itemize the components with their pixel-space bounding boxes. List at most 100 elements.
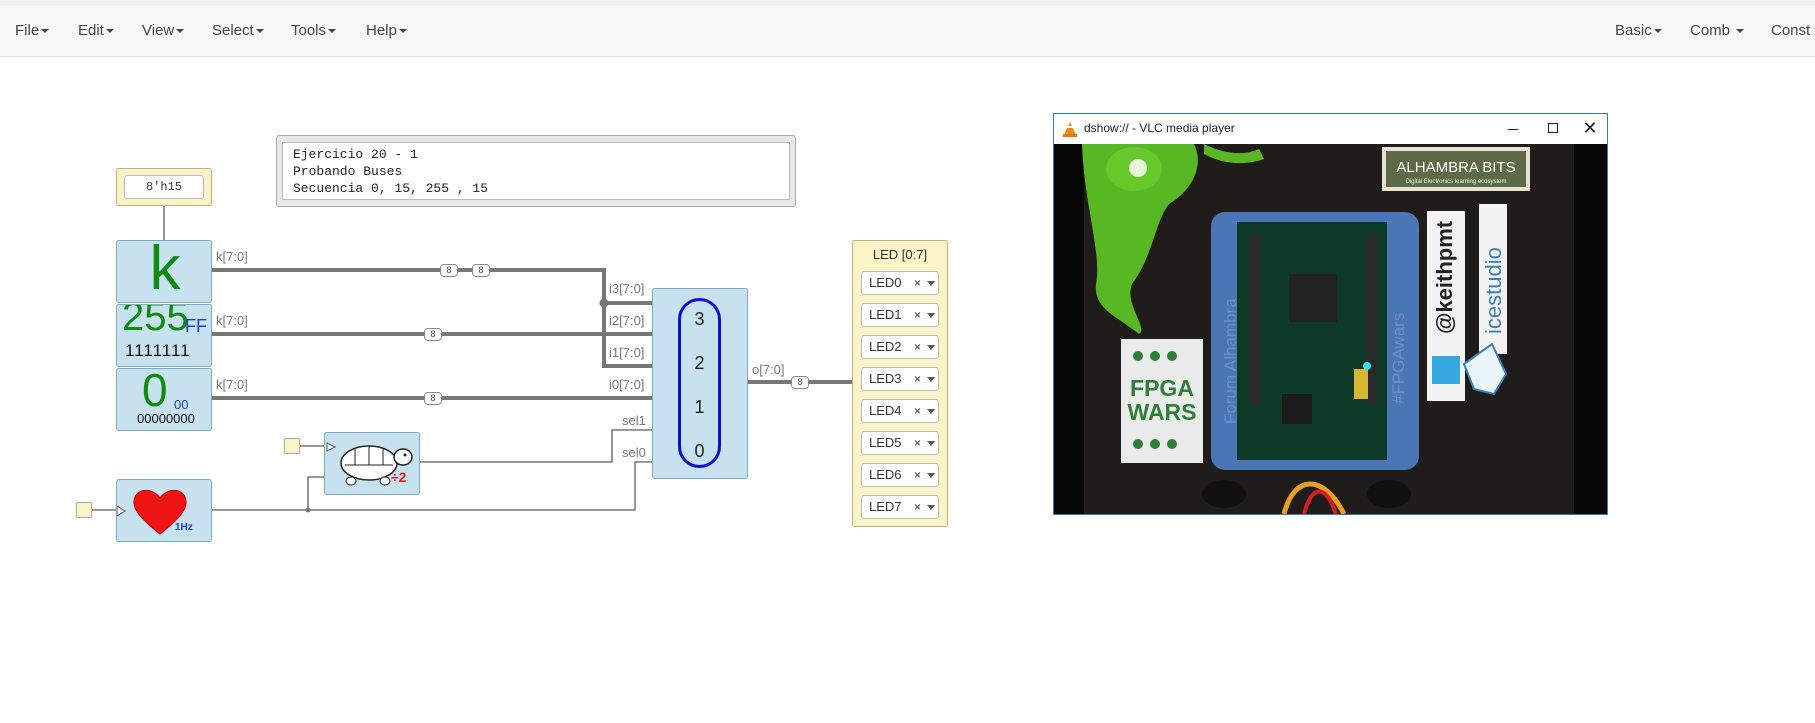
- multiplexer-block[interactable]: 3 2 1 0: [652, 288, 748, 479]
- minimize-icon: [1508, 129, 1518, 130]
- led-select[interactable]: LED5 ×: [861, 431, 939, 455]
- alhambra-text: ALHAMBRA BITS: [1396, 159, 1515, 176]
- vlc-video-area[interactable]: ALHAMBRA BITS Digital Electronics learni…: [1054, 144, 1607, 514]
- port-label: k[7:0]: [216, 377, 248, 392]
- led-label: LED0: [869, 275, 902, 290]
- remove-icon[interactable]: ×: [914, 496, 921, 518]
- led-label: LED5: [869, 435, 902, 450]
- fpga-text: FPGA: [1130, 375, 1194, 401]
- decimal-display: 0: [142, 368, 168, 416]
- dropdown-arrow-icon[interactable]: [927, 409, 935, 414]
- mux-input-number: 0: [694, 441, 705, 461]
- led-select[interactable]: LED2 ×: [861, 335, 939, 359]
- mux-input-number: 1: [694, 397, 705, 417]
- port-label: o[7:0]: [752, 362, 785, 377]
- hex-display: 00: [174, 397, 189, 412]
- led-label: LED6: [869, 467, 902, 482]
- led-select[interactable]: LED1 ×: [861, 303, 939, 327]
- close-button[interactable]: ✕: [1573, 114, 1607, 144]
- wars-text: WARS: [1128, 399, 1197, 425]
- dropdown-arrow-icon[interactable]: [927, 505, 935, 510]
- alhambra-subtitle: Digital Electronics learning ecosystem: [1405, 179, 1506, 185]
- heartbeat-block[interactable]: 1Hz: [116, 479, 212, 542]
- remove-icon[interactable]: ×: [914, 272, 921, 294]
- port-label: i1[7:0]: [609, 345, 645, 360]
- minimize-button[interactable]: [1493, 114, 1533, 144]
- led-select[interactable]: LED4 ×: [861, 399, 939, 423]
- remove-icon[interactable]: ×: [914, 304, 921, 326]
- wire-width-label: 8: [424, 392, 442, 405]
- decimal-display: 255: [122, 304, 189, 339]
- comment-line: Probando Buses: [293, 164, 403, 179]
- hashtag-text: #FPGAwars: [1389, 313, 1408, 404]
- dropdown-arrow-icon[interactable]: [927, 473, 935, 478]
- vlc-title-bar[interactable]: dshow:// - VLC media player ✕: [1054, 114, 1607, 144]
- port-label: sel1: [622, 413, 646, 428]
- comment-block[interactable]: Ejercicio 20 - 1 Probando Buses Secuenci…: [276, 135, 796, 207]
- remove-icon[interactable]: ×: [914, 464, 921, 486]
- junction-dot: [305, 507, 311, 513]
- constant-block[interactable]: 8'h15: [116, 168, 212, 206]
- bus-k-i3[interactable]: [212, 268, 652, 305]
- maximize-icon: [1548, 123, 1558, 133]
- binary-display: 00000000: [137, 411, 195, 426]
- comment-line: Secuencia 0, 15, 255 , 15: [293, 181, 489, 196]
- wire-sel1[interactable]: [420, 429, 652, 463]
- remove-icon[interactable]: ×: [914, 432, 921, 454]
- dropdown-arrow-icon[interactable]: [927, 313, 935, 318]
- dropdown-arrow-icon[interactable]: [927, 377, 935, 382]
- constant-value-field[interactable]: 8'h15: [124, 175, 204, 199]
- display-255-block[interactable]: 255 FF 1111111: [116, 304, 212, 367]
- led-select[interactable]: LED0 ×: [861, 271, 939, 295]
- maximize-button[interactable]: [1533, 114, 1573, 144]
- wire-sel0[interactable]: [212, 461, 652, 511]
- led-select[interactable]: LED6 ×: [861, 463, 939, 487]
- k-label-block[interactable]: k: [116, 235, 212, 303]
- led-label: LED7: [869, 499, 902, 514]
- mux-shape: 3 2 1 0: [678, 298, 721, 468]
- input-pin[interactable]: [76, 502, 92, 518]
- turtle-icon: [326, 442, 413, 486]
- comment-text[interactable]: Ejercicio 20 - 1 Probando Buses Secuenci…: [282, 142, 790, 200]
- wire-width-label: 8: [424, 328, 442, 341]
- vlc-window-title: dshow:// - VLC media player: [1084, 121, 1235, 135]
- divider-text: ÷2: [391, 469, 407, 485]
- dropdown-arrow-icon[interactable]: [927, 281, 935, 286]
- led-select[interactable]: LED3 ×: [861, 367, 939, 391]
- close-icon: ✕: [1582, 118, 1598, 138]
- junction-dot: [599, 298, 609, 308]
- led-label: LED4: [869, 403, 902, 418]
- input-pin[interactable]: [284, 438, 300, 454]
- dropdown-arrow-icon[interactable]: [927, 441, 935, 446]
- vlc-cone-icon: [1063, 122, 1077, 137]
- port-label: k[7:0]: [216, 313, 248, 328]
- webcam-frame: ALHAMBRA BITS Digital Electronics learni…: [1054, 144, 1607, 514]
- led-label: LED2: [869, 339, 902, 354]
- led-label: LED3: [869, 371, 902, 386]
- wire-width-label: 8: [440, 264, 458, 277]
- dropdown-arrow-icon[interactable]: [927, 345, 935, 350]
- keith-text: @keithpmt: [1432, 220, 1457, 334]
- remove-icon[interactable]: ×: [914, 336, 921, 358]
- led-select[interactable]: LED7 ×: [861, 495, 939, 519]
- port-label: sel0: [622, 445, 646, 460]
- remove-icon[interactable]: ×: [914, 368, 921, 390]
- k-letter: k: [149, 234, 181, 303]
- wire-clk-turtle[interactable]: [307, 476, 325, 510]
- mux-input-number: 2: [694, 353, 705, 373]
- led-panel-title: LED [0:7]: [872, 247, 928, 262]
- icestudio-text: icestudio: [1481, 247, 1506, 334]
- forum-text: Forum Alhambra: [1221, 298, 1240, 424]
- prescaler-block[interactable]: ÷2: [324, 432, 420, 495]
- remove-icon[interactable]: ×: [914, 400, 921, 422]
- vlc-window[interactable]: dshow:// - VLC media player ✕ ALHAMBRA B…: [1053, 113, 1608, 515]
- wire-width-label: 8: [791, 376, 809, 389]
- led-output-block[interactable]: LED [0:7] LED0 × LED1 × LED2 × LED3 × LED4 × …: [852, 240, 948, 527]
- wire-width-label: 8: [472, 264, 490, 277]
- port-label: i3[7:0]: [609, 281, 645, 296]
- port-label: i0[7:0]: [609, 377, 645, 392]
- comment-line: Ejercicio 20 - 1: [293, 147, 418, 162]
- heart-icon: [117, 489, 187, 535]
- display-0-block[interactable]: 0 00 00000000: [116, 368, 212, 431]
- led-label: LED1: [869, 307, 902, 322]
